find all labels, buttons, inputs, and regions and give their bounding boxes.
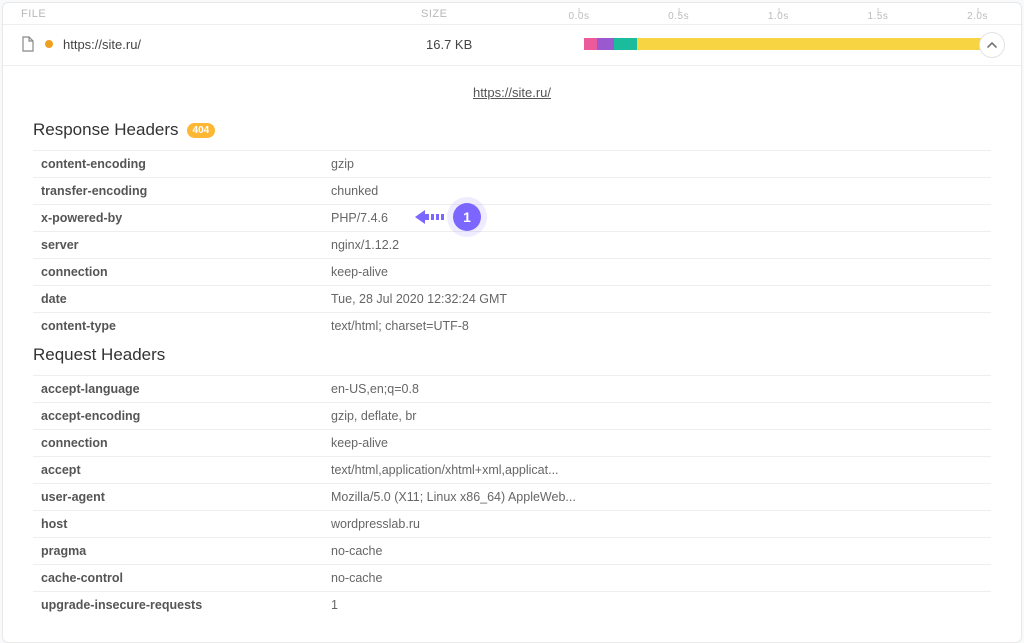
- header-value: keep-alive: [331, 436, 388, 450]
- header-value: gzip, deflate, br: [331, 409, 416, 423]
- header-value: no-cache: [331, 571, 382, 585]
- col-header-size[interactable]: SIZE: [421, 8, 579, 20]
- header-value: text/html; charset=UTF-8: [331, 319, 469, 333]
- response-headers-title: Response Headers 404: [33, 120, 991, 140]
- timing-bar: [614, 38, 637, 50]
- header-value: keep-alive: [331, 265, 388, 279]
- header-row: transfer-encodingchunked: [33, 177, 991, 204]
- time-tick: 2.0s: [967, 11, 988, 22]
- expand-button[interactable]: [979, 32, 1005, 58]
- header-value: en-US,en;q=0.8: [331, 382, 419, 396]
- header-key: server: [41, 238, 331, 252]
- status-dot-warning: [45, 40, 53, 48]
- header-key: x-powered-by: [41, 211, 331, 225]
- request-row[interactable]: https://site.ru/ 16.7 KB: [3, 25, 1021, 66]
- timing-bar: [584, 38, 597, 50]
- header-row: content-encodinggzip: [33, 150, 991, 177]
- response-headers-label: Response Headers: [33, 120, 179, 140]
- header-row: hostwordpresslab.ru: [33, 510, 991, 537]
- header-key: host: [41, 517, 331, 531]
- header-key: upgrade-insecure-requests: [41, 598, 331, 612]
- column-header-row: FILE SIZE 0.0s0.5s1.0s1.5s2.0s: [3, 3, 1021, 25]
- header-key: connection: [41, 265, 331, 279]
- header-key: user-agent: [41, 490, 331, 504]
- request-url: https://site.ru/: [63, 37, 426, 52]
- time-tick: 0.5s: [668, 11, 689, 22]
- header-key: accept: [41, 463, 331, 477]
- header-row: cache-controlno-cache: [33, 564, 991, 591]
- header-key: content-encoding: [41, 157, 331, 171]
- header-key: pragma: [41, 544, 331, 558]
- header-row: accepttext/html,application/xhtml+xml,ap…: [33, 456, 991, 483]
- arrow-left-icon: [413, 207, 453, 227]
- col-header-file[interactable]: FILE: [21, 8, 421, 20]
- timing-bar: [637, 38, 981, 50]
- header-row: dateTue, 28 Jul 2020 12:32:24 GMT: [33, 285, 991, 312]
- header-value: chunked: [331, 184, 378, 198]
- header-value: text/html,application/xhtml+xml,applicat…: [331, 463, 559, 477]
- header-key: transfer-encoding: [41, 184, 331, 198]
- time-tick: 1.0s: [768, 11, 789, 22]
- time-tick: 1.5s: [867, 11, 888, 22]
- header-value: PHP/7.4.6: [331, 211, 388, 225]
- header-value: wordpresslab.ru: [331, 517, 420, 531]
- header-key: accept-language: [41, 382, 331, 396]
- header-value: no-cache: [331, 544, 382, 558]
- header-value: 1: [331, 598, 338, 612]
- status-badge: 404: [187, 123, 216, 138]
- header-row: user-agentMozilla/5.0 (X11; Linux x86_64…: [33, 483, 991, 510]
- header-key: cache-control: [41, 571, 331, 585]
- detail-url-link[interactable]: https://site.ru/: [473, 85, 551, 100]
- header-key: date: [41, 292, 331, 306]
- header-value: gzip: [331, 157, 354, 171]
- header-row: x-powered-byPHP/7.4.6 1: [33, 204, 991, 231]
- callout-annotation: 1: [413, 203, 481, 231]
- header-value: Mozilla/5.0 (X11; Linux x86_64) AppleWeb…: [331, 490, 576, 504]
- header-row: servernginx/1.12.2: [33, 231, 991, 258]
- header-value: nginx/1.12.2: [331, 238, 399, 252]
- request-headers-list: accept-languageen-US,en;q=0.8accept-enco…: [33, 375, 991, 618]
- header-row: accept-languageen-US,en;q=0.8: [33, 375, 991, 402]
- header-key: accept-encoding: [41, 409, 331, 423]
- time-tick: 0.0s: [569, 11, 590, 22]
- header-row: upgrade-insecure-requests1: [33, 591, 991, 618]
- timing-bar: [597, 38, 614, 50]
- request-size: 16.7 KB: [426, 37, 584, 52]
- chevron-up-icon: [987, 40, 997, 50]
- header-row: content-typetext/html; charset=UTF-8: [33, 312, 991, 339]
- response-headers-list: content-encodinggziptransfer-encodingchu…: [33, 150, 991, 339]
- header-row: pragmano-cache: [33, 537, 991, 564]
- request-headers-label: Request Headers: [33, 345, 165, 365]
- header-row: connectionkeep-alive: [33, 429, 991, 456]
- request-headers-title: Request Headers: [33, 345, 991, 365]
- waterfall-timeline: [584, 35, 1003, 53]
- header-key: connection: [41, 436, 331, 450]
- header-row: accept-encodinggzip, deflate, br: [33, 402, 991, 429]
- file-icon: [21, 36, 35, 52]
- col-header-timeline: 0.0s0.5s1.0s1.5s2.0s: [579, 9, 1003, 18]
- header-key: content-type: [41, 319, 331, 333]
- callout-number: 1: [453, 203, 481, 231]
- detail-panel: https://site.ru/ Response Headers 404 co…: [3, 66, 1021, 642]
- header-row: connectionkeep-alive: [33, 258, 991, 285]
- header-value: Tue, 28 Jul 2020 12:32:24 GMT: [331, 292, 507, 306]
